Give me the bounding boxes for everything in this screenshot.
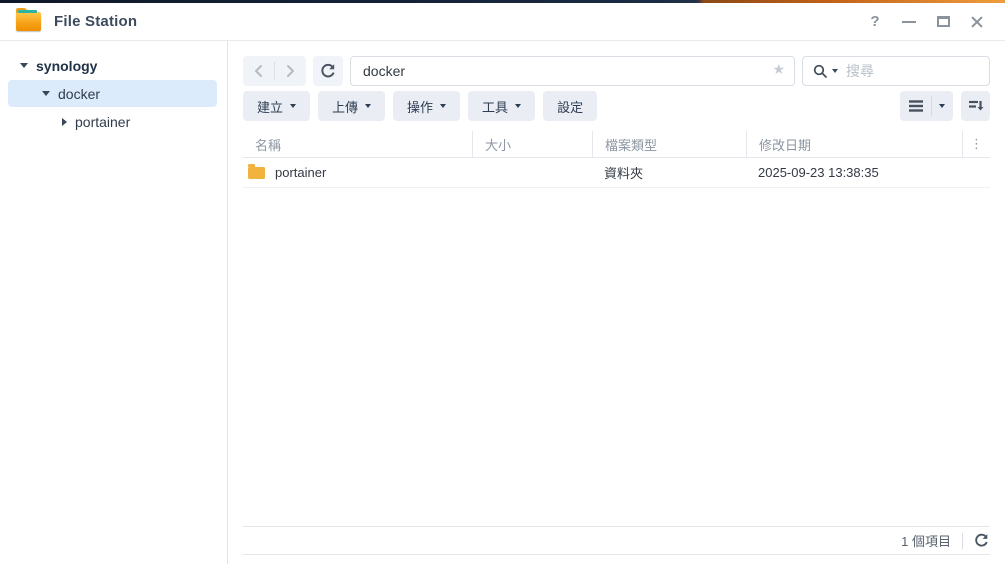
forward-button[interactable] [275,56,306,86]
sort-button[interactable] [961,91,990,121]
tree-item-portainer[interactable]: portainer [8,108,217,135]
button-label: 設定 [557,99,584,115]
column-label: 修改日期 [759,137,812,153]
maximize-icon [936,16,950,27]
action-toolbar: 建立 上傳 操作 工具 設定 [243,91,990,121]
file-name: portainer [275,165,327,180]
button-label: 操作 [407,99,434,115]
button-label: 工具 [482,99,509,115]
tools-button[interactable]: 工具 [468,91,536,121]
button-label: 建立 [257,99,284,115]
file-list-header: 名稱 大小 檔案類型 修改日期 ⋮ [243,131,990,158]
window-controls: ? [865,12,987,32]
view-mode-button[interactable] [900,91,953,121]
settings-button[interactable]: 設定 [543,91,598,121]
column-header-size[interactable]: 大小 [472,131,592,157]
tree-item-docker[interactable]: docker [8,80,217,107]
cell-size [472,158,592,187]
modified-date: 2025-09-23 13:38:35 [758,165,879,180]
search-icon [813,64,827,78]
column-header-type[interactable]: 檔案類型 [592,131,746,157]
upload-button[interactable]: 上傳 [318,91,386,121]
file-type: 資料夾 [604,166,644,181]
cell-type: 資料夾 [592,158,746,187]
search-box[interactable] [802,56,990,86]
chevron-down-icon [939,104,945,108]
status-refresh-button[interactable] [974,533,989,548]
window-title: File Station [54,13,138,30]
expand-caret-right-icon[interactable] [62,117,67,126]
folder-icon [248,163,265,179]
window-body: synology docker portainer docker ★ 搜尋 建立… [0,41,1005,564]
content-pane: ★ 建立 上傳 操作 [228,41,1005,564]
search-options-caret-icon[interactable] [832,69,838,73]
sidebar-folder-tree: synology docker portainer [0,41,228,564]
close-icon [970,15,984,29]
column-options-button[interactable]: ⋮ [962,131,990,157]
navigation-toolbar: ★ [243,56,990,86]
expand-caret-down-icon[interactable] [20,63,28,68]
path-field-wrap: ★ [350,56,795,86]
tree-item-label: synology [36,57,98,74]
column-header-modified[interactable]: 修改日期 [746,131,962,157]
sort-icon [968,100,983,111]
expand-caret-down-icon[interactable] [42,91,50,96]
refresh-button[interactable] [313,56,343,86]
back-button[interactable] [243,56,274,86]
create-button[interactable]: 建立 [243,91,311,121]
bottom-gap [243,555,990,564]
cell-menu [962,158,990,187]
column-label: 大小 [485,137,512,153]
button-label: 上傳 [332,99,359,115]
refresh-icon [321,63,335,78]
action-button[interactable]: 操作 [393,91,461,121]
help-button[interactable]: ? [865,12,885,32]
tree-item-label: docker [58,85,101,102]
minimize-button[interactable] [899,12,919,32]
tree-item-label: portainer [75,113,131,130]
file-station-app-icon [16,8,41,31]
cell-modified: 2025-09-23 13:38:35 [746,158,962,187]
forward-icon [287,65,294,77]
path-input[interactable] [350,56,795,86]
search-input[interactable] [846,63,981,79]
refresh-icon [975,533,988,547]
status-bar: 1 個項目 [243,526,990,555]
chevron-down-icon [515,104,522,108]
minimize-icon [902,20,916,23]
favorite-star-icon[interactable]: ★ [772,61,785,78]
column-label: 檔案類型 [605,137,658,153]
column-header-name[interactable]: 名稱 [243,131,472,157]
column-label: 名稱 [255,137,282,153]
table-row-portainer[interactable]: portainer 資料夾 2025-09-23 13:38:35 [243,158,990,188]
chevron-down-icon [365,104,372,108]
tree-item-synology[interactable]: synology [8,52,217,79]
close-button[interactable] [967,12,987,32]
divider [962,532,963,549]
cell-name: portainer [243,158,472,187]
ellipsis-vertical-icon: ⋮ [970,136,983,151]
history-nav-group [243,56,306,86]
chevron-down-icon [440,104,447,108]
maximize-button[interactable] [933,12,953,32]
divider [931,96,932,116]
titlebar: File Station ? [0,3,1005,41]
list-view-icon [909,100,923,112]
chevron-down-icon [290,104,297,108]
item-count-label: 1 個項目 [901,534,951,549]
back-icon [255,65,262,77]
file-list-empty-area[interactable] [243,188,990,526]
